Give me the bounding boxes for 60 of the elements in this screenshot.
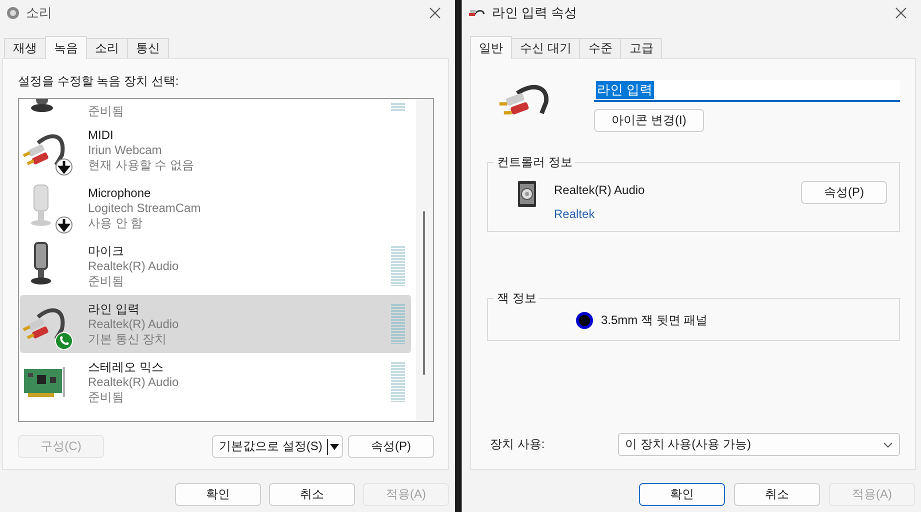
dialog-button[interactable]: 속성(P) (348, 435, 434, 458)
device-status: 준비됨 (88, 104, 125, 119)
microphone-icon (31, 242, 51, 284)
tab[interactable]: 통신 (127, 38, 169, 58)
tab[interactable]: 고급 (620, 38, 662, 58)
device-name: 마이크 (88, 244, 125, 258)
change-icon-button[interactable]: 아이콘 변경(I) (594, 109, 704, 132)
window-title: 라인 입력 속성 (492, 4, 578, 22)
scrollbar[interactable] (416, 99, 433, 421)
window-title: 소리 (26, 4, 53, 22)
tab[interactable]: 녹음 (45, 36, 87, 59)
chevron-down-icon (883, 442, 893, 448)
tab[interactable]: 재생 (4, 38, 46, 58)
microphone-icon (31, 184, 51, 226)
controller-name: Realtek(R) Audio (554, 183, 646, 197)
device-status: 현재 사용할 수 없음 (88, 158, 196, 172)
audio-cable-icon (22, 134, 65, 166)
audio-cable-icon (468, 7, 486, 19)
device-status: 사용 안 함 (88, 216, 144, 230)
device-row[interactable]: 준비됨 (20, 99, 411, 121)
device-row[interactable]: 라인 입력 Realtek(R) Audio 기본 통신 장치 (20, 295, 411, 353)
device-name: Microphone (88, 186, 152, 200)
device-status: 기본 통신 장치 (88, 332, 168, 346)
circuit-board-icon (24, 367, 65, 397)
jack-label: 3.5mm 잭 뒷면 패널 (601, 312, 708, 329)
device-row[interactable]: 마이크 Realtek(R) Audio 준비됨 (20, 237, 411, 295)
device-row[interactable]: MIDI Iriun Webcam 현재 사용할 수 없음 (20, 121, 411, 179)
audio-cable-icon (22, 308, 65, 340)
close-icon[interactable] (895, 7, 907, 19)
split-button[interactable]: 기본값으로 설정(S) (212, 435, 343, 458)
device-driver: Iriun Webcam (88, 142, 163, 158)
device-list[interactable]: 준비됨 MIDI Iriun Webcam 현재 사용할 수 없음 Microphone Logitech StreamCam 사용 안 함 마이크 Realtek(R) Audio 준비됨 라인 입력 Realtek(R) Audio 기본 통신 장치 스테레오 믹스 Realtek(R) Audio 준비됨 (18, 98, 434, 422)
microphone-icon (31, 99, 53, 112)
dialog-button[interactable]: 취소 (734, 483, 820, 506)
device-driver: Realtek(R) Audio (88, 258, 180, 274)
device-status: 준비됨 (88, 274, 125, 288)
dropdown-arrow-icon[interactable] (330, 444, 339, 450)
device-usage-dropdown[interactable]: 이 장치 사용(사용 가능) (618, 433, 900, 456)
dialog-button[interactable]: 취소 (269, 483, 355, 506)
name-field[interactable]: 라인 입력 (594, 80, 900, 102)
device-name: MIDI (88, 128, 114, 142)
device-row[interactable]: Microphone Logitech StreamCam 사용 안 함 (20, 179, 411, 237)
close-icon[interactable] (429, 7, 441, 19)
group-heading: 컨트롤러 정보 (494, 154, 576, 171)
prompt-text: 설정을 수정할 녹음 장치 선택: (18, 73, 180, 90)
dialog-button[interactable]: 확인 (175, 483, 261, 506)
device-driver: Realtek(R) Audio (88, 374, 180, 390)
properties-button[interactable]: 속성(P) (801, 181, 887, 204)
group-heading: 잭 정보 (494, 290, 540, 307)
device-status: 준비됨 (88, 390, 125, 404)
dialog-button[interactable]: 확인 (639, 483, 725, 506)
device-row[interactable]: 스테레오 믹스 Realtek(R) Audio 준비됨 (20, 353, 411, 411)
field-label: 장치 사용: (489, 436, 546, 453)
device-driver: Logitech StreamCam (88, 200, 202, 216)
vendor-link[interactable]: Realtek (554, 207, 783, 221)
device-driver: Realtek(R) Audio (88, 316, 180, 332)
device-name: 스테레오 믹스 (88, 360, 164, 374)
device-name: 라인 입력 (88, 302, 140, 316)
tab[interactable]: 일반 (470, 36, 512, 59)
audio-cable-icon (499, 85, 548, 115)
